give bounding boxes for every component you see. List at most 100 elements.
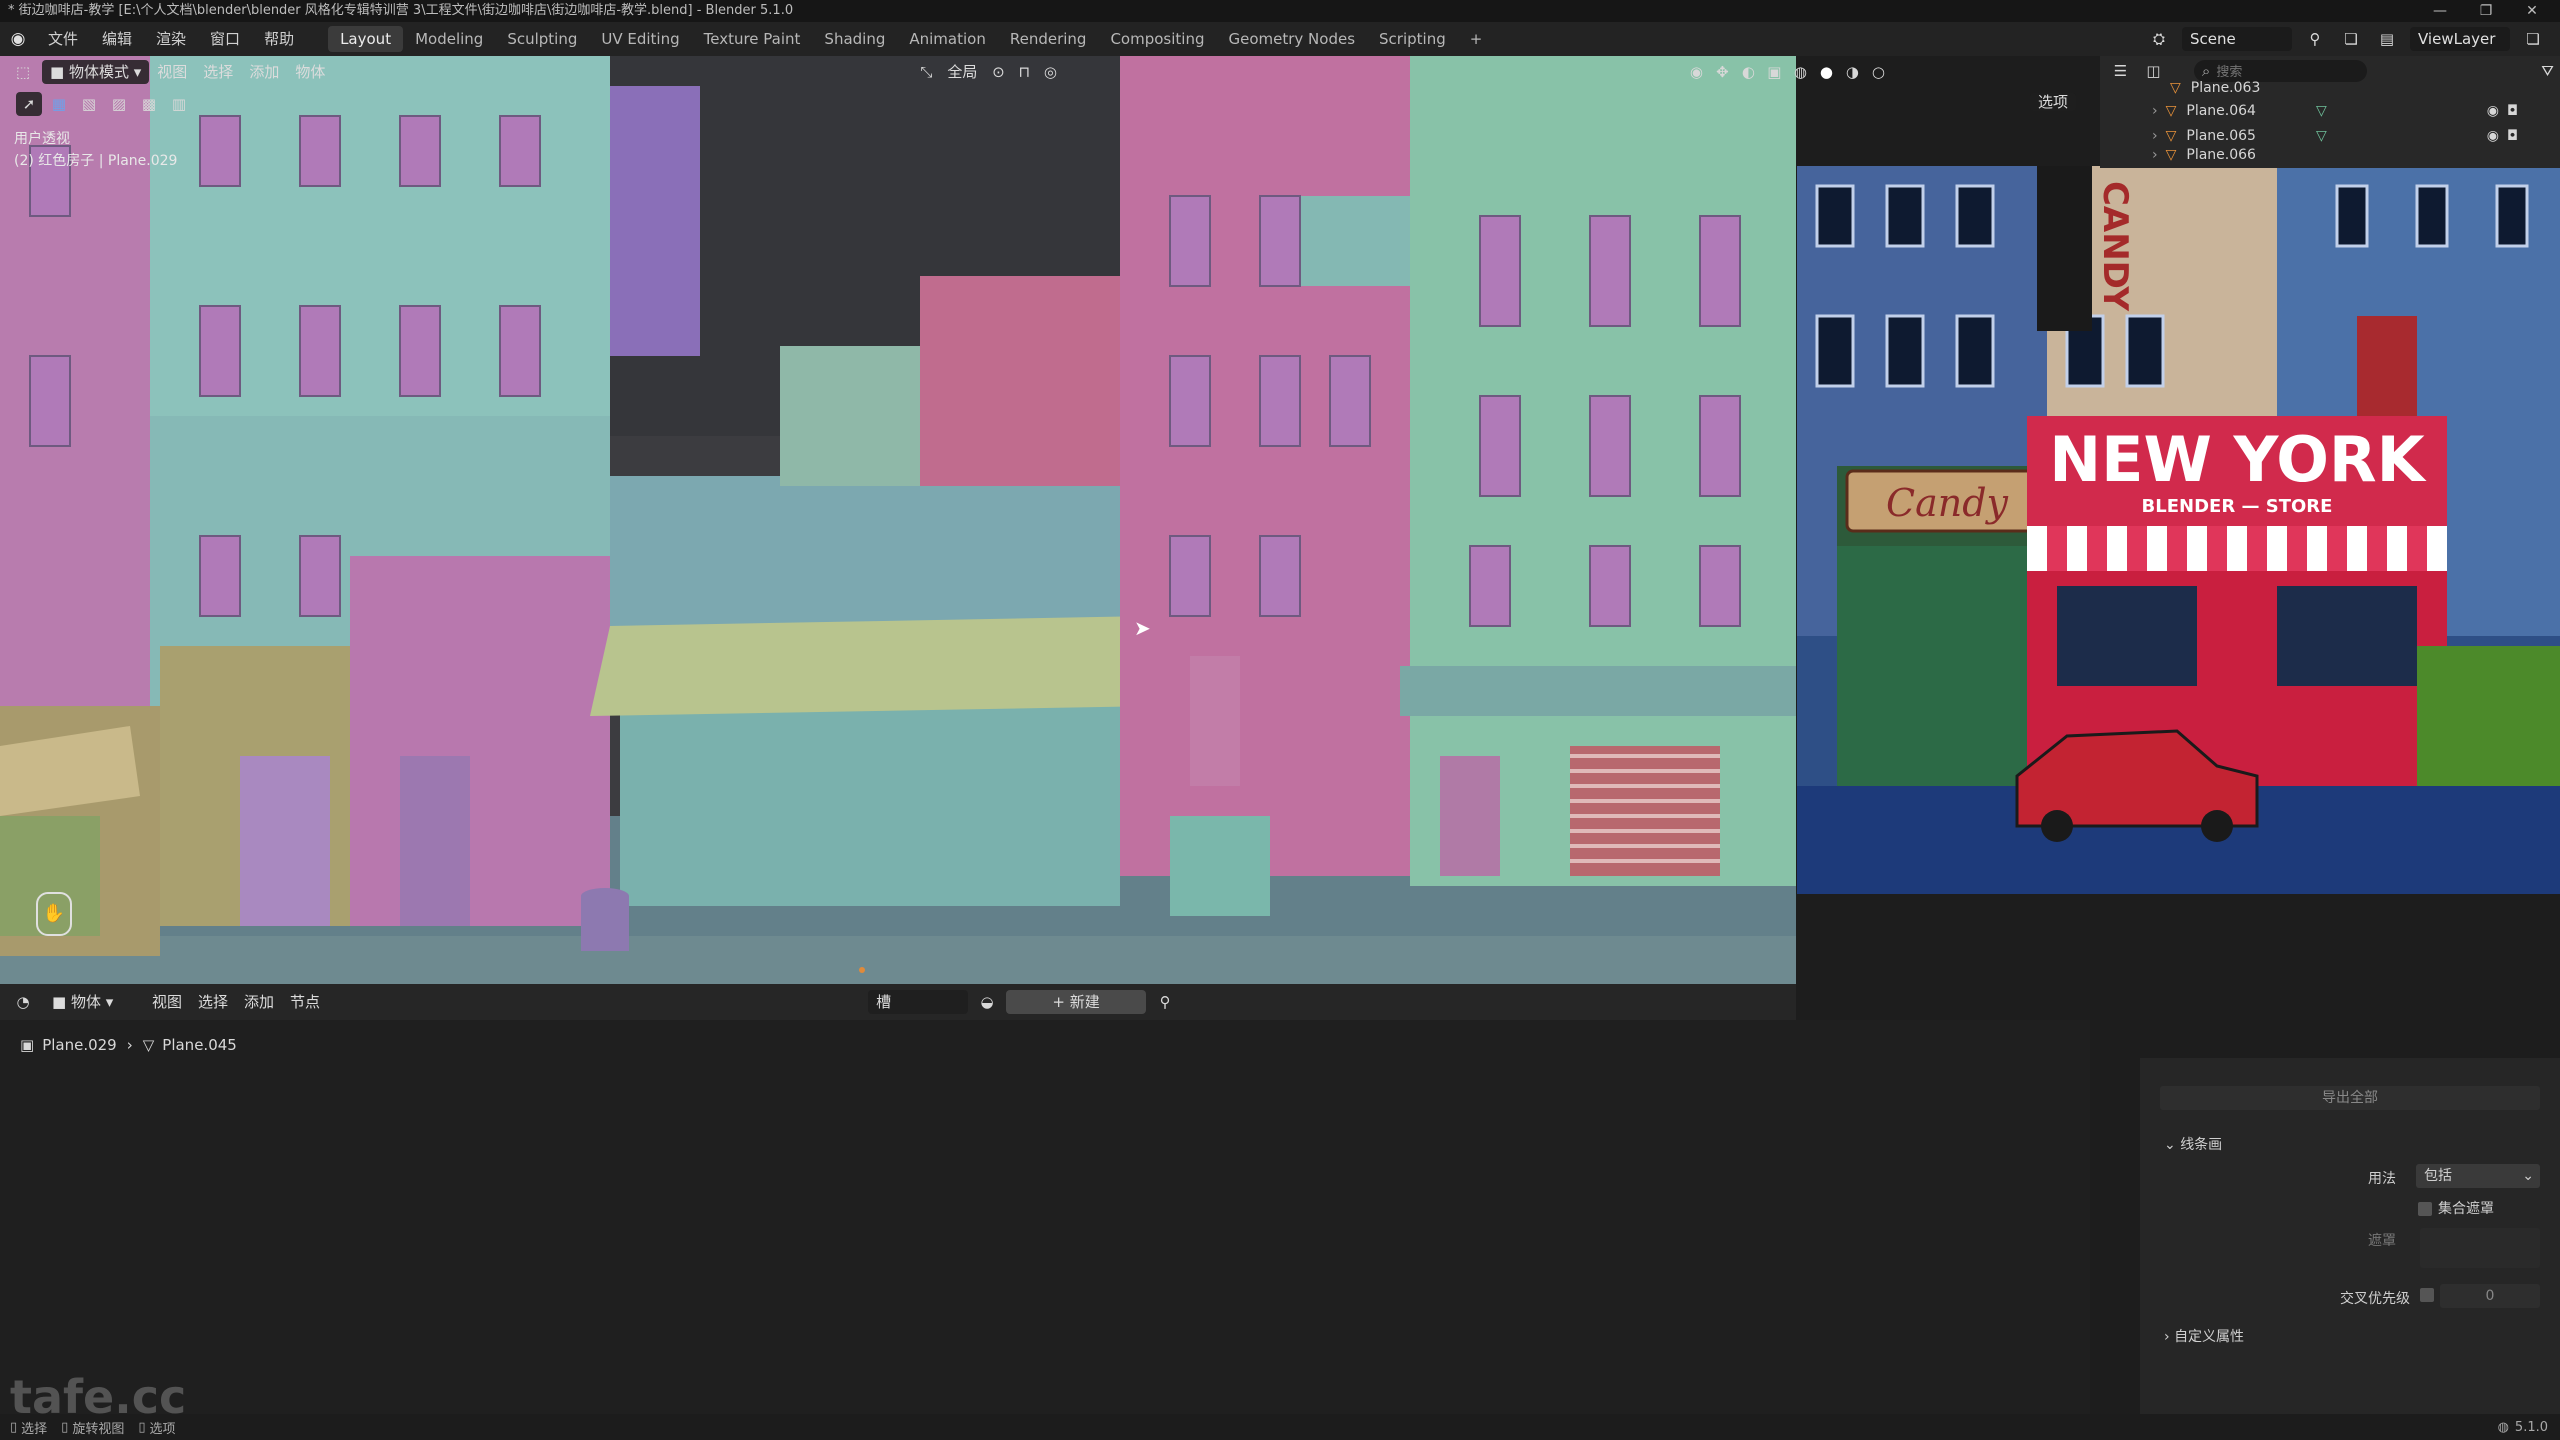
camera-icon[interactable]: ◘: [2507, 128, 2518, 144]
outliner-row[interactable]: › ▽ Plane.066: [2100, 148, 2560, 162]
new-view-layer-icon[interactable]: ❏: [2520, 27, 2546, 51]
visibility-icon[interactable]: ◉: [1683, 60, 1709, 84]
outliner-search-input[interactable]: [2216, 63, 2357, 79]
material-shading-icon[interactable]: ◑: [1839, 60, 1865, 84]
object-mode-dropdown[interactable]: ■ 物体模式 ▾: [42, 60, 150, 84]
outliner-row[interactable]: › ▽ Plane.064 ▽ ◉ ◘: [2100, 98, 2560, 123]
close-button[interactable]: ✕: [2512, 0, 2552, 22]
eye-icon[interactable]: ◉: [2487, 128, 2499, 144]
tab-shading[interactable]: Shading: [812, 26, 897, 52]
select-invert-icon[interactable]: ▩: [136, 92, 162, 116]
pin-scene-icon[interactable]: ⚲: [2302, 27, 2328, 51]
menu-render[interactable]: 渲染: [144, 22, 198, 56]
collection-mask-checkbox[interactable]: 集合遮罩: [2418, 1198, 2494, 1218]
status-select: 选择: [21, 1421, 48, 1437]
mask-field[interactable]: [2420, 1228, 2540, 1268]
xray-icon[interactable]: ▣: [1761, 60, 1787, 84]
tab-geometry-nodes[interactable]: Geometry Nodes: [1216, 26, 1367, 52]
menu-view[interactable]: 视图: [149, 60, 195, 84]
tab-layout[interactable]: Layout: [328, 26, 404, 52]
display-mode-icon[interactable]: ◫: [2141, 59, 2166, 83]
options-dropdown[interactable]: 选项: [2030, 90, 2077, 114]
object-type-icon: ■: [52, 993, 71, 1011]
scene-icon[interactable]: ⛭: [2146, 27, 2172, 51]
menu-object[interactable]: 物体: [287, 60, 333, 84]
tab-animation[interactable]: Animation: [897, 26, 997, 52]
tab-texture-paint[interactable]: Texture Paint: [692, 26, 813, 52]
view-perspective-label: 用户透视: [14, 131, 70, 147]
pin-icon[interactable]: ⚲: [1152, 990, 1178, 1014]
intersection-priority-field[interactable]: 0: [2440, 1284, 2540, 1308]
eye-icon[interactable]: ◉: [2487, 103, 2499, 119]
outliner-row[interactable]: › ▽ Plane.065 ▽ ◉ ◘: [2100, 123, 2560, 148]
material-slot-dropdown[interactable]: 槽: [868, 990, 969, 1014]
expand-arrow-icon[interactable]: ›: [2152, 103, 2158, 119]
outliner-panel[interactable]: ☰ ◫ ⌕ ⛛ ▽ Plane.063 › ▽ Plane.064 ▽ ◉ ◘ …: [2100, 56, 2560, 168]
solid-shading-icon[interactable]: ●: [1813, 60, 1839, 84]
expand-arrow-icon[interactable]: ›: [2152, 148, 2158, 162]
filter-icon[interactable]: ⛛: [2535, 59, 2560, 83]
overlay-icon[interactable]: ◐: [1735, 60, 1761, 84]
export-all-button[interactable]: 导出全部: [2160, 1086, 2540, 1110]
window-title-bar: * 街边咖啡店-教学 [E:\个人文档\blender\blender 风格化专…: [0, 0, 2560, 22]
tab-compositing[interactable]: Compositing: [1098, 26, 1216, 52]
tab-rendering[interactable]: Rendering: [998, 26, 1099, 52]
tab-scripting[interactable]: Scripting: [1367, 26, 1458, 52]
object-type-dropdown[interactable]: ■ 物体 ▾: [44, 990, 144, 1014]
new-material-button[interactable]: + 新建: [1006, 990, 1147, 1014]
reference-image[interactable]: CANDY Candy NEW YORK BLENDER — STORE: [1797, 166, 2560, 894]
node-menu-node[interactable]: 节点: [282, 990, 328, 1014]
select-cursor-icon[interactable]: ➚: [16, 92, 42, 116]
snap-icon[interactable]: ⊓: [1011, 60, 1037, 84]
tab-modeling[interactable]: Modeling: [403, 26, 495, 52]
mask-label: 遮罩: [2368, 1233, 2396, 1249]
view-layer-icon[interactable]: ▤: [2374, 27, 2400, 51]
new-scene-icon[interactable]: ❏: [2338, 27, 2364, 51]
add-workspace-button[interactable]: +: [1458, 26, 1495, 52]
transform-orientation-icon[interactable]: ⤡: [913, 60, 939, 84]
transform-orientation-dropdown[interactable]: 全局: [939, 60, 985, 84]
material-browse-icon[interactable]: ◒: [974, 990, 1000, 1014]
node-editor-type-icon[interactable]: ◔: [10, 990, 36, 1014]
node-menu-select[interactable]: 选择: [190, 990, 236, 1014]
menu-edit[interactable]: 编辑: [90, 22, 144, 56]
pivot-point-icon[interactable]: ⊙: [985, 60, 1011, 84]
maximize-button[interactable]: ❐: [2466, 0, 2506, 22]
menu-add[interactable]: 添加: [241, 60, 287, 84]
node-menu-view[interactable]: 视图: [144, 990, 190, 1014]
editor-type-icon[interactable]: ⬚: [10, 60, 36, 84]
new-york-sign: NEW YORK: [2049, 423, 2426, 496]
node-menu-add[interactable]: 添加: [236, 990, 282, 1014]
menu-select[interactable]: 选择: [195, 60, 241, 84]
scene-selector[interactable]: Scene: [2182, 27, 2292, 51]
select-box-icon[interactable]: ▦: [46, 92, 72, 116]
outliner-search[interactable]: ⌕: [2193, 60, 2368, 82]
intersection-priority-checkbox[interactable]: [2420, 1288, 2434, 1306]
lineart-section-header[interactable]: ⌄ 线条画: [2164, 1134, 2222, 1154]
usage-dropdown[interactable]: 包括 ⌄: [2416, 1164, 2540, 1188]
wireframe-shading-icon[interactable]: ◍: [1787, 60, 1813, 84]
select-subtract-icon[interactable]: ▨: [106, 92, 132, 116]
view-layer-selector[interactable]: ViewLayer: [2410, 27, 2510, 51]
collapse-arrow-icon: ⌄: [2164, 1137, 2181, 1153]
proportional-edit-icon[interactable]: ◎: [1037, 60, 1063, 84]
node-editor-canvas[interactable]: [0, 1020, 2090, 1420]
select-intersect-icon[interactable]: ▥: [166, 92, 192, 116]
pan-hand-icon[interactable]: ✋: [36, 892, 72, 936]
menu-file[interactable]: 文件: [36, 22, 90, 56]
new-material-label: 新建: [1069, 993, 1100, 1011]
gizmo-icon[interactable]: ✥: [1709, 60, 1735, 84]
outliner-editor-icon[interactable]: ☰: [2108, 59, 2133, 83]
tab-uv-editing[interactable]: UV Editing: [589, 26, 691, 52]
expand-arrow-icon[interactable]: ›: [2152, 128, 2158, 144]
camera-icon[interactable]: ◘: [2507, 103, 2518, 119]
rendered-shading-icon[interactable]: ○: [1865, 60, 1891, 84]
menu-help[interactable]: 帮助: [252, 22, 306, 56]
menu-window[interactable]: 窗口: [198, 22, 252, 56]
select-extend-icon[interactable]: ▧: [76, 92, 102, 116]
blender-logo-icon[interactable]: ◉: [0, 29, 36, 49]
tab-sculpting[interactable]: Sculpting: [495, 26, 589, 52]
minimize-button[interactable]: —: [2420, 0, 2460, 22]
3d-viewport[interactable]: ➤ 用户透视 (2) 红色房子 | Plane.029 Z ✋: [0, 56, 1796, 984]
custom-props-section-header[interactable]: › 自定义属性: [2164, 1326, 2244, 1346]
